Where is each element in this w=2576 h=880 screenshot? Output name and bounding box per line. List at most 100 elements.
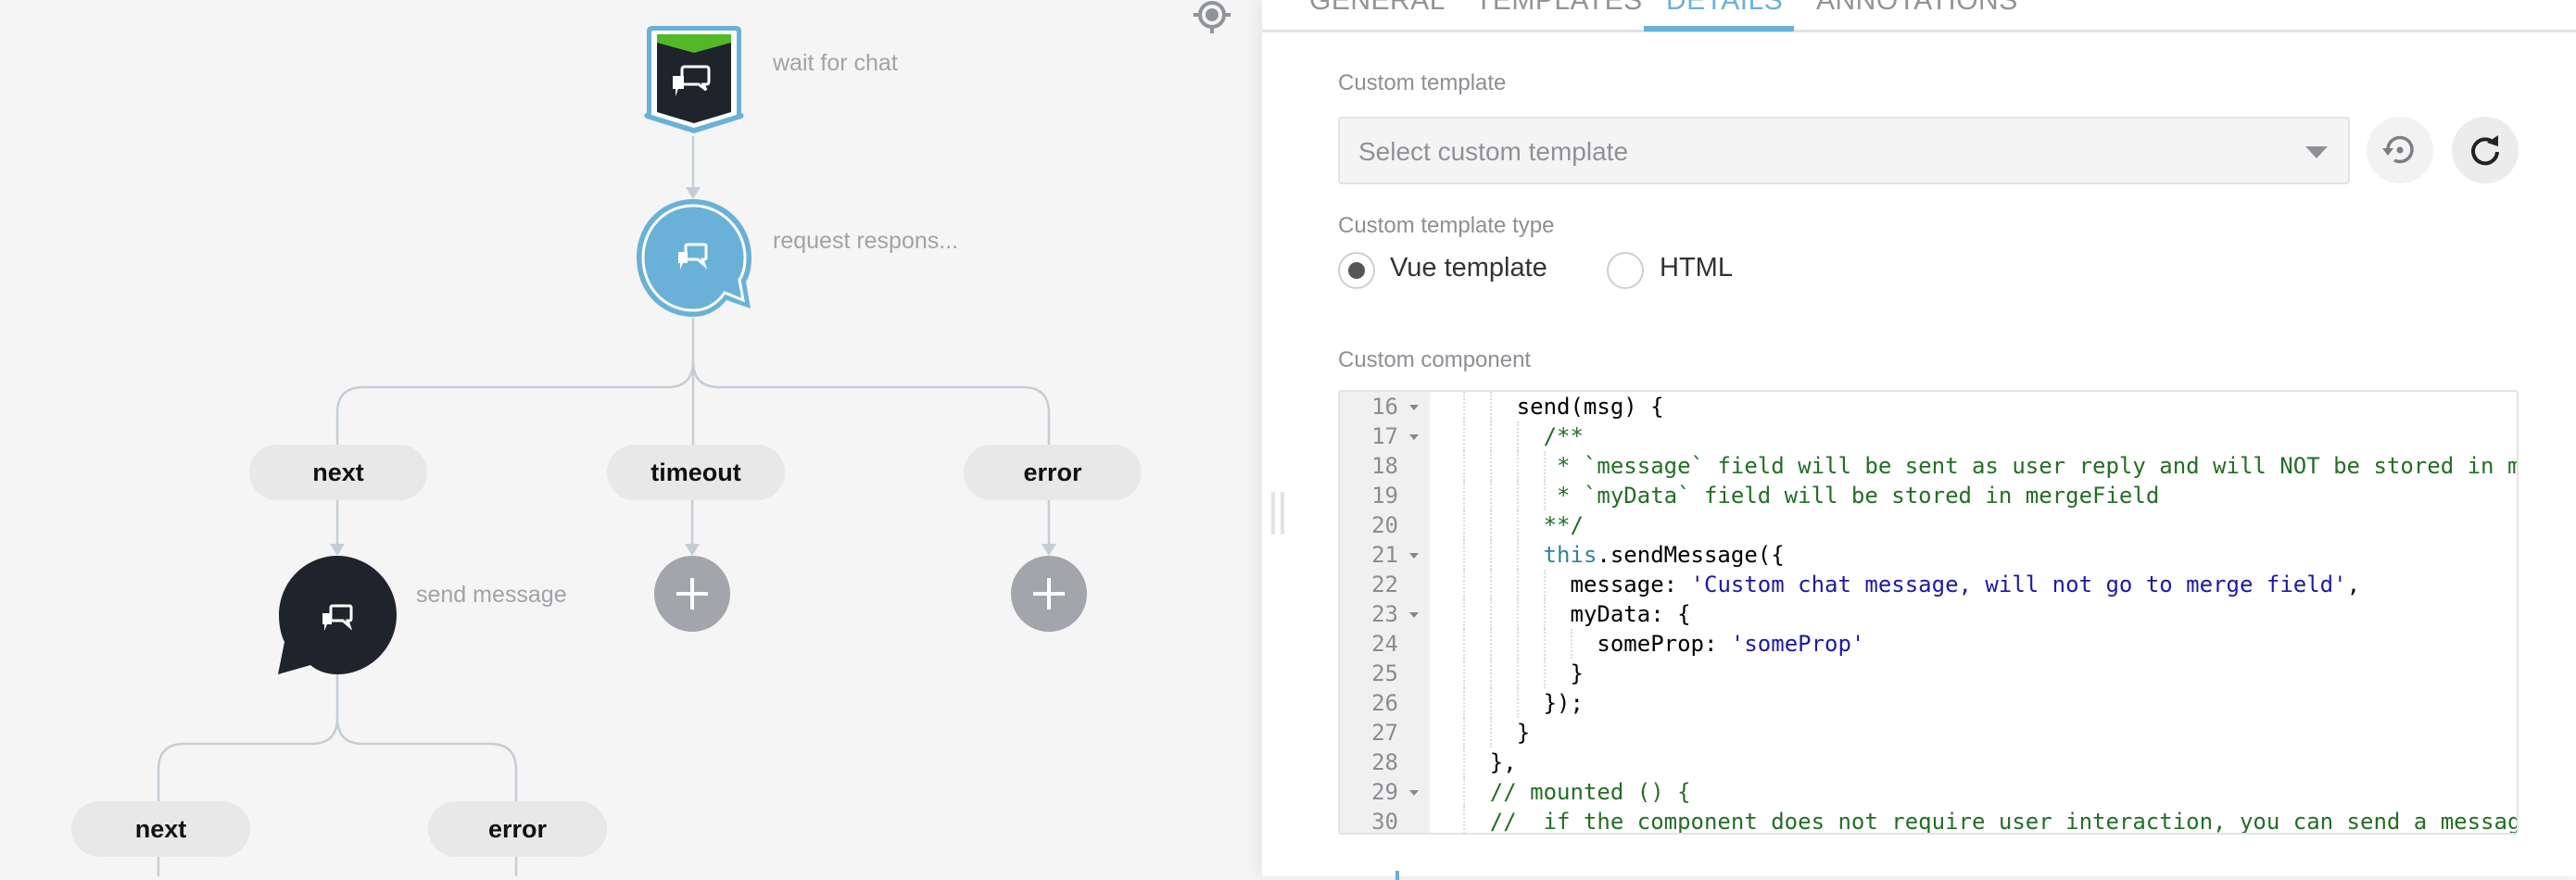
indent-guide xyxy=(1489,688,1492,718)
line-number: 27 xyxy=(1371,720,1398,746)
line-number: 29 xyxy=(1371,779,1398,805)
fold-toggle-icon[interactable] xyxy=(1409,405,1419,410)
code-line: } xyxy=(1571,659,1584,688)
code-line: this.sendMessage({ xyxy=(1544,540,1785,570)
indent-guide xyxy=(1489,510,1492,540)
radio-vue-template[interactable] xyxy=(1338,252,1375,289)
trigger-node-shape xyxy=(644,26,744,133)
line-number: 30 xyxy=(1371,809,1398,835)
code-line: // mounted () { xyxy=(1490,777,1691,807)
branch-error[interactable]: error xyxy=(964,445,1142,500)
code-token-string: 'Custom chat message, will not go to mer… xyxy=(1690,572,2347,597)
indent-guide xyxy=(1489,481,1492,510)
code-token: } xyxy=(1570,660,1584,686)
code-line: someProp: 'someProp' xyxy=(1597,629,1864,659)
node-request-response[interactable] xyxy=(634,196,754,325)
radio-html[interactable] xyxy=(1607,252,1644,289)
tab-templates[interactable]: TEMPLATES xyxy=(1475,0,1643,17)
custom-template-label: Custom template xyxy=(1338,70,1507,95)
branch-timeout[interactable]: timeout xyxy=(607,445,785,500)
request-node-shape xyxy=(637,199,751,317)
indent-guide xyxy=(1543,570,1546,599)
indent-guide xyxy=(1516,659,1519,688)
indent-guide xyxy=(1462,421,1465,451)
code-token-comment: **/ xyxy=(1543,512,1584,538)
line-number: 18 xyxy=(1371,453,1398,479)
tab-annotations[interactable]: ANNOTATIONS xyxy=(1816,0,2018,17)
code-token-comment: // if the component does not require use… xyxy=(1489,809,2517,833)
radio-label-html[interactable]: HTML xyxy=(1660,253,1733,283)
indent-guide xyxy=(1570,629,1572,659)
add-step-timeout-button[interactable] xyxy=(654,556,730,632)
custom-template-select[interactable]: Select custom template xyxy=(1338,117,2350,184)
editor-code-area[interactable]: send(msg) {/** * `message` field will be … xyxy=(1433,392,2517,833)
crosshair-icon xyxy=(1193,1,1231,33)
connector-line xyxy=(691,360,1051,445)
fold-toggle-icon[interactable] xyxy=(1409,790,1419,796)
fold-toggle-icon[interactable] xyxy=(1409,553,1419,559)
flow-canvas[interactable]: wait for chat request respons... next ti… xyxy=(0,0,1262,876)
code-token-string: 'someProp' xyxy=(1730,631,1865,657)
code-token-comment: * `myData` field will be stored in merge… xyxy=(1557,483,2160,509)
node-label-send-message: send message xyxy=(416,582,567,608)
code-line: /** xyxy=(1544,421,1584,451)
indent-guide xyxy=(1489,599,1492,629)
node-label-request-response: request respons... xyxy=(773,228,959,254)
indent-guide xyxy=(1516,451,1519,481)
line-number: 17 xyxy=(1371,423,1398,449)
node-wait-for-chat[interactable] xyxy=(641,22,747,144)
code-editor[interactable]: 16 17 18 19 20 21 22 23 24 25 26 27 28 29 30 send(msg)… xyxy=(1338,390,2519,835)
indent-guide xyxy=(1516,481,1519,510)
fold-toggle-icon[interactable] xyxy=(1409,434,1419,440)
indent-guide xyxy=(1462,392,1465,421)
code-line: * `message` field will be sent as user r… xyxy=(1557,451,2517,481)
indent-guide xyxy=(1462,748,1465,777)
code-token: , xyxy=(2346,572,2361,597)
line-number: 22 xyxy=(1371,572,1398,597)
tab-details[interactable]: DETAILS xyxy=(1666,0,1783,17)
tab-general[interactable]: GENERAL xyxy=(1309,0,1446,17)
code-token: } xyxy=(1516,720,1531,746)
line-number: 24 xyxy=(1371,631,1398,657)
add-step-error-button[interactable] xyxy=(1011,556,1087,632)
code-token: .sendMessage({ xyxy=(1597,542,1785,568)
code-line: myData: { xyxy=(1571,599,1691,629)
tab-bar: GENERAL TEMPLATES DETAILS ANNOTATIONS xyxy=(1262,0,2576,32)
editor-gutter: 16 17 18 19 20 21 22 23 24 25 26 27 28 29 30 xyxy=(1340,392,1430,833)
indent-guide xyxy=(1489,451,1492,481)
line-number: 26 xyxy=(1371,690,1398,716)
refresh-icon xyxy=(2471,135,2499,166)
code-token: message: xyxy=(1570,572,1691,597)
code-line: // if the component does not require use… xyxy=(1490,807,2517,833)
code-token: someProp: xyxy=(1597,631,1731,657)
connector-line xyxy=(335,717,518,801)
custom-component-label: Custom component xyxy=(1338,347,1532,372)
node-send-message[interactable] xyxy=(276,554,400,683)
indent-guide xyxy=(1462,540,1465,570)
indent-guide xyxy=(1516,570,1519,599)
branch-next[interactable]: next xyxy=(249,445,427,500)
code-line: **/ xyxy=(1544,510,1584,540)
indent-guide xyxy=(1543,599,1546,629)
line-number: 23 xyxy=(1371,601,1398,627)
indent-guide xyxy=(1543,629,1546,659)
refresh-templates-button[interactable] xyxy=(2452,117,2519,183)
indent-guide xyxy=(1462,718,1465,748)
line-number: 19 xyxy=(1371,483,1398,509)
connector-line xyxy=(157,674,339,801)
radio-label-vue-template[interactable]: Vue template xyxy=(1390,253,1547,283)
indent-guide xyxy=(1462,481,1465,510)
line-number: 20 xyxy=(1371,512,1398,538)
panel-resize-handle[interactable] xyxy=(1271,492,1286,534)
code-line: * `myData` field will be stored in merge… xyxy=(1557,481,2159,510)
code-line: message: 'Custom chat message, will not … xyxy=(1571,570,2361,599)
fold-toggle-icon[interactable] xyxy=(1409,612,1419,618)
reset-template-button[interactable] xyxy=(2367,117,2433,183)
branch-next-2[interactable]: next xyxy=(71,801,250,857)
template-type-label: Custom template type xyxy=(1338,213,1555,238)
indent-guide xyxy=(1462,599,1465,629)
indent-guide xyxy=(1462,807,1465,833)
locate-button[interactable] xyxy=(1192,0,1232,40)
indent-guide xyxy=(1489,629,1492,659)
branch-error-2[interactable]: error xyxy=(428,801,607,857)
